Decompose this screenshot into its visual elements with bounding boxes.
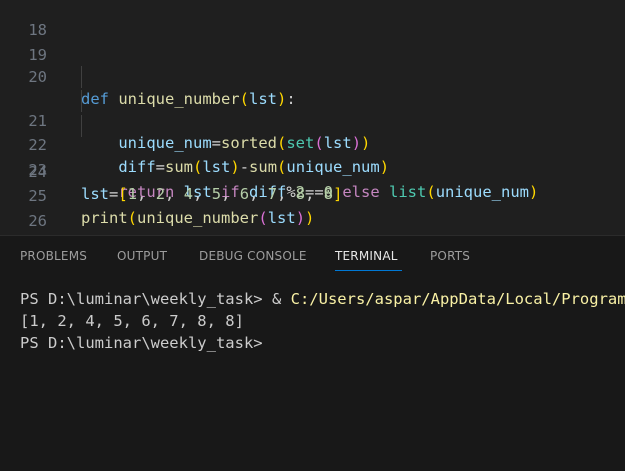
code-line-22[interactable]: 22 diff=sum(lst)-sum(unique_num) — [0, 90, 625, 176]
active-tab-indicator — [335, 270, 402, 271]
terminal-text: PS D:\luminar\weekly_task> — [20, 334, 263, 352]
code-token: unique_number — [137, 209, 259, 227]
indent-guide — [81, 115, 82, 137]
code-line-26[interactable]: 26 — [0, 188, 625, 230]
terminal-text: [1, 2, 4, 5, 6, 7, 8, 8] — [20, 312, 244, 330]
terminal-text: & — [271, 290, 291, 308]
indent-guide — [81, 66, 82, 88]
code-token: lst — [267, 209, 296, 227]
bottom-panel: PROBLEMS OUTPUT DEBUG CONSOLE TERMINAL P… — [0, 235, 625, 471]
code-editor[interactable]: 18 19 20 def unique_number(lst): 21 uniq… — [0, 0, 625, 235]
terminal-line[interactable]: PS D:\luminar\weekly_task> — [20, 332, 625, 354]
code-line-20[interactable]: 20 def unique_number(lst): — [0, 44, 625, 108]
indent-guide — [81, 90, 82, 112]
tab-terminal[interactable]: TERMINAL — [335, 249, 398, 263]
code-token: ) — [305, 209, 315, 227]
terminal-line[interactable]: [1, 2, 4, 5, 6, 7, 8, 8] — [20, 310, 625, 332]
tab-debug-console[interactable]: DEBUG CONSOLE — [199, 249, 307, 263]
tab-output[interactable]: OUTPUT — [117, 249, 167, 263]
tab-ports[interactable]: PORTS — [430, 249, 470, 263]
code-line-21[interactable]: 21 unique_num=sorted(set(lst)) — [0, 66, 625, 152]
code-line-19[interactable]: 19 — [0, 22, 625, 64]
terminal-line[interactable]: PS D:\luminar\weekly_task> & C:/Users/as… — [20, 288, 625, 310]
tab-problems[interactable]: PROBLEMS — [20, 249, 87, 263]
code-line-18[interactable]: 18 — [0, 0, 625, 39]
terminal-text: PS D:\luminar\weekly_task> — [20, 290, 272, 308]
code-token: ) — [295, 209, 306, 227]
code-token: ( — [258, 209, 268, 227]
terminal-text: C:/Users/aspar/AppData/Local/Programs/P — [290, 290, 625, 308]
panel-tabs: PROBLEMS OUTPUT DEBUG CONSOLE TERMINAL P… — [0, 236, 625, 280]
code-token: print — [81, 209, 128, 227]
code-line-25[interactable]: 25 print(unique_number(lst)) — [0, 163, 625, 227]
code-token: ( — [127, 209, 138, 227]
code-text: print(unique_number(lst)) — [81, 207, 314, 229]
code-line-24[interactable]: 24 lst=[1, 2, 4, 5, 6, 7, 8, 8] — [0, 139, 625, 203]
line-number: 26 — [28, 212, 47, 230]
code-line-23[interactable]: 23 return lst if diff%2==0 else list(uni… — [0, 115, 625, 201]
